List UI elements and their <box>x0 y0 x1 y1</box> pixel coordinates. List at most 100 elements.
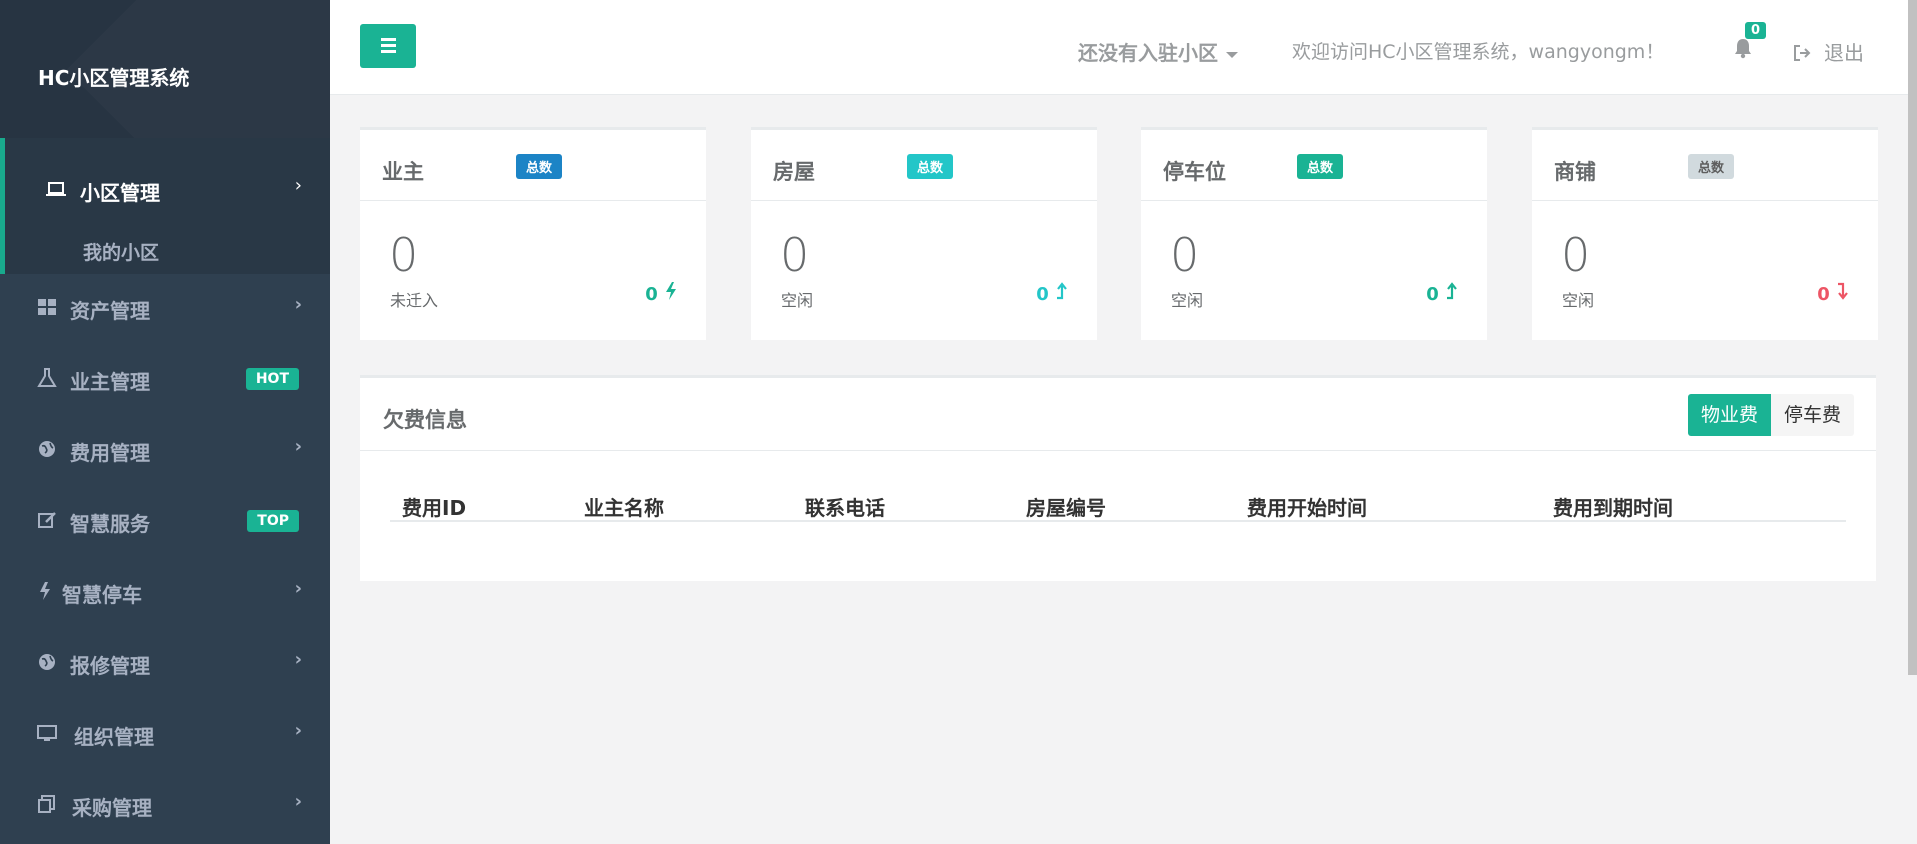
th-large-icon <box>38 299 56 315</box>
card-title: 房屋 <box>773 160 815 184</box>
bell-icon[interactable] <box>1732 37 1754 59</box>
card-subtext: 空闲 <box>1171 291 1204 310</box>
card-header: 业主 总数 <box>360 130 706 201</box>
level-up-icon <box>1447 282 1457 300</box>
sidebar-item-label: 资产管理 <box>70 299 150 323</box>
sidebar-item-repair[interactable]: 报修管理 › <box>0 629 330 700</box>
chevron-right-icon: › <box>294 436 302 457</box>
chevron-right-icon: › <box>294 649 302 670</box>
stat-card-owners: 业主 总数 0 未迁入 0 <box>360 127 706 340</box>
card-subtext: 空闲 <box>781 291 814 310</box>
sidebar-item-label: 费用管理 <box>70 441 150 465</box>
welcome-message: 欢迎访问HC小区管理系统，wangyongm！ <box>1292 41 1665 63</box>
card-stat-value: 0 <box>1036 284 1049 305</box>
card-title: 商铺 <box>1554 160 1596 184</box>
laptop-icon <box>46 182 66 196</box>
community-select-label: 还没有入驻小区 <box>1078 41 1218 65</box>
column-header: 费用开始时间 <box>1247 496 1367 520</box>
menu-bar-icon <box>381 50 396 53</box>
top-badge: TOP <box>247 510 299 532</box>
panel-title: 欠费信息 <box>383 408 467 432</box>
fee-type-tabs: 物业费 停车费 <box>1687 394 1854 436</box>
tab-property-fee[interactable]: 物业费 <box>1687 394 1771 436</box>
stat-card-rooms: 房屋 总数 0 空闲 0 <box>751 127 1097 340</box>
edit-icon <box>38 512 56 528</box>
card-title: 停车位 <box>1163 160 1226 184</box>
chevron-right-icon: › <box>294 294 302 315</box>
brand-title: HC小区管理系统 <box>38 66 190 90</box>
sidebar-item-fees[interactable]: 费用管理 › <box>0 416 330 487</box>
column-header: 业主名称 <box>584 496 664 520</box>
chevron-right-icon: › <box>294 175 302 196</box>
card-stat-value: 0 <box>645 284 658 305</box>
globe-icon <box>39 441 55 457</box>
sidebar-item-assets[interactable]: 资产管理 › <box>0 274 330 345</box>
card-header: 房屋 总数 <box>751 130 1097 201</box>
card-value: 0 <box>1170 228 1200 282</box>
bolt-icon <box>40 582 50 600</box>
card-stat: 0 <box>1036 282 1069 305</box>
page-scrollbar[interactable] <box>1908 0 1917 675</box>
sidebar-header: HC小区管理系统 <box>0 0 330 138</box>
sidebar-item-label: 智慧停车 <box>62 583 142 607</box>
sidebar-item-label: 报修管理 <box>70 654 150 678</box>
column-header: 费用ID <box>402 496 467 520</box>
arrears-panel: 欠费信息 物业费 停车费 费用ID 业主名称 联系电话 房屋编号 费用开始时间 … <box>360 375 1876 581</box>
total-label: 总数 <box>1297 154 1344 179</box>
card-value: 0 <box>780 228 810 282</box>
menu-bar-icon <box>381 44 396 47</box>
card-stat: 0 <box>645 282 678 305</box>
chevron-right-icon: › <box>294 720 302 741</box>
sidebar-item-owners[interactable]: 业主管理 HOT <box>0 345 330 416</box>
sidebar-item-community[interactable]: 小区管理 › 我的小区 <box>0 138 330 274</box>
level-down-icon <box>1838 282 1848 300</box>
stat-card-parking: 停车位 总数 0 空闲 0 <box>1141 127 1487 340</box>
column-header: 房屋编号 <box>1026 496 1106 520</box>
bolt-icon <box>666 282 676 300</box>
sidebar-item-label: 智慧服务 <box>70 512 150 536</box>
level-up-icon <box>1057 282 1067 300</box>
chevron-right-icon: › <box>294 578 302 599</box>
card-stat-value: 0 <box>1817 284 1830 305</box>
column-header: 费用到期时间 <box>1553 496 1673 520</box>
notification-count-badge: 0 <box>1745 22 1767 39</box>
sidebar-item-label: 采购管理 <box>72 796 152 820</box>
sidebar-item-label: 组织管理 <box>74 725 154 749</box>
menu-toggle-button[interactable] <box>360 24 416 68</box>
logout-link[interactable]: 退出 <box>1792 37 1864 66</box>
sidebar-item-smart-service[interactable]: 智慧服务 TOP <box>0 487 330 558</box>
files-icon <box>38 795 55 813</box>
card-stat: 0 <box>1426 282 1459 305</box>
sidebar-item-purchase[interactable]: 采购管理 › <box>0 771 330 842</box>
caret-down-icon <box>1226 51 1238 58</box>
total-label: 总数 <box>516 154 563 179</box>
card-value: 0 <box>389 228 419 282</box>
chevron-right-icon: › <box>294 791 302 812</box>
logout-label: 退出 <box>1824 41 1864 65</box>
card-header: 商铺 总数 <box>1532 130 1878 201</box>
total-label: 总数 <box>1688 154 1735 179</box>
tab-parking-fee[interactable]: 停车费 <box>1770 394 1854 436</box>
sidebar-item-smart-parking[interactable]: 智慧停车 › <box>0 558 330 629</box>
card-stat-value: 0 <box>1426 284 1439 305</box>
sidebar-subitem-my-community[interactable]: 我的小区 <box>83 238 159 265</box>
card-value: 0 <box>1561 228 1591 282</box>
community-select[interactable]: 还没有入驻小区 <box>1078 37 1238 66</box>
menu-bar-icon <box>381 38 396 41</box>
sidebar-item-label: 小区管理 <box>80 181 160 205</box>
card-header: 停车位 总数 <box>1141 130 1487 201</box>
total-label: 总数 <box>907 154 954 179</box>
card-subtext: 未迁入 <box>390 291 439 310</box>
top-navbar: 还没有入驻小区 欢迎访问HC小区管理系统，wangyongm！ 0 退出 <box>330 0 1908 95</box>
sidebar-item-organization[interactable]: 组织管理 › <box>0 700 330 771</box>
card-stat: 0 <box>1817 282 1850 305</box>
desktop-icon <box>37 725 57 741</box>
sidebar-item-label: 业主管理 <box>70 370 150 394</box>
column-header: 联系电话 <box>805 496 885 520</box>
hot-badge: HOT <box>245 368 299 390</box>
sidebar: HC小区管理系统 小区管理 › 我的小区 资产管理 › 业主管理 HOT 费用管… <box>0 0 330 844</box>
globe-icon <box>39 654 55 670</box>
card-title: 业主 <box>382 160 424 184</box>
stat-card-shops: 商铺 总数 0 空闲 0 <box>1532 127 1878 340</box>
flask-icon <box>37 368 57 387</box>
